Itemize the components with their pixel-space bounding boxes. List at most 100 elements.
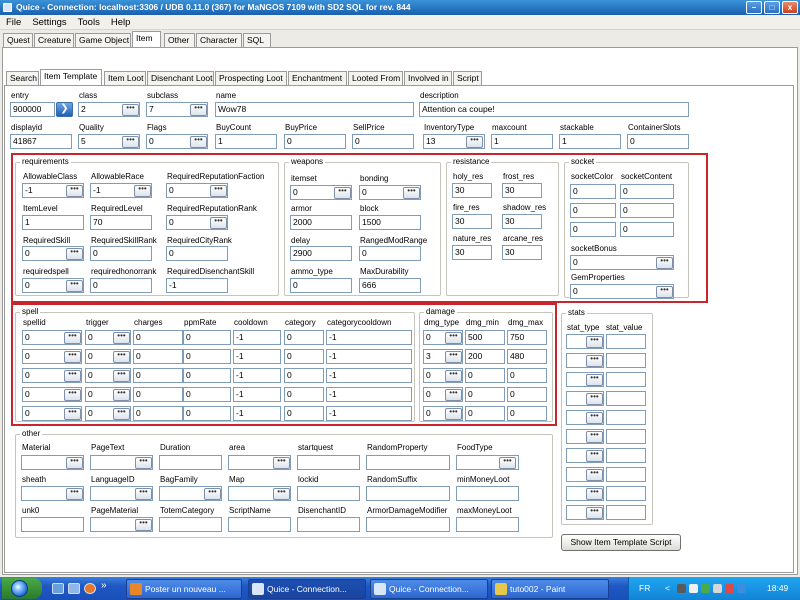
frost-res-field[interactable]: 30 <box>502 183 542 198</box>
requiredhonorrank-field[interactable]: 0 <box>90 278 152 293</box>
arcane-res-field[interactable]: 30 <box>502 245 542 260</box>
damage-type-lookup-button[interactable]: ••• <box>445 351 462 363</box>
tray-alert-icon[interactable] <box>725 584 734 593</box>
material-lookup-button[interactable]: ••• <box>66 457 83 469</box>
menu-settings[interactable]: Settings <box>26 15 71 29</box>
rangedmodrange-field[interactable]: 0 <box>359 246 421 261</box>
subtab-looted-from[interactable]: Looted From <box>348 71 403 85</box>
socketcontent-field-3[interactable]: 0 <box>620 222 674 237</box>
spell-ppmrate-field[interactable]: 0 <box>183 406 231 421</box>
spell-categorycooldown-field[interactable]: -1 <box>326 406 412 421</box>
menu-help[interactable]: Help <box>105 15 136 29</box>
stat-type-lookup-button[interactable]: ••• <box>586 355 603 367</box>
spell-spellid-lookup-button[interactable]: ••• <box>64 351 81 363</box>
requiredskillrank-field[interactable]: 0 <box>90 246 152 261</box>
maxcount-field[interactable]: 1 <box>491 134 553 149</box>
spell-categorycooldown-field[interactable]: -1 <box>326 349 412 364</box>
requiredspell-lookup-button[interactable]: ••• <box>66 280 83 292</box>
name-field[interactable]: Wow78 <box>215 102 414 117</box>
spell-trigger-lookup-button[interactable]: ••• <box>113 389 130 401</box>
tab-sql[interactable]: SQL <box>243 33 271 47</box>
menu-file[interactable]: File <box>0 15 26 29</box>
spell-spellid-lookup-button[interactable]: ••• <box>64 408 81 420</box>
buycount-field[interactable]: 1 <box>215 134 277 149</box>
damage-dmg-max-field[interactable]: 0 <box>507 368 547 383</box>
map-lookup-button[interactable]: ••• <box>273 488 290 500</box>
spell-charges-field[interactable]: 0 <box>133 349 183 364</box>
randomsuffix-field[interactable] <box>366 486 450 501</box>
damage-dmg-min-field[interactable]: 0 <box>465 368 505 383</box>
socketcolor-field-2[interactable]: 0 <box>570 203 616 218</box>
description-field[interactable]: Attention ca coupe! <box>419 102 689 117</box>
allowableclass-lookup-button[interactable]: ••• <box>66 185 83 197</box>
stat-value-field[interactable] <box>606 353 646 368</box>
itemlevel-field[interactable]: 1 <box>22 215 84 230</box>
spell-spellid-lookup-button[interactable]: ••• <box>64 389 81 401</box>
stat-type-lookup-button[interactable]: ••• <box>586 488 603 500</box>
spell-trigger-lookup-button[interactable]: ••• <box>113 351 130 363</box>
tab-creature[interactable]: Creature <box>34 33 74 47</box>
show-item-template-script-button[interactable]: Show Item Template Script <box>561 534 681 551</box>
stat-type-lookup-button[interactable]: ••• <box>586 507 603 519</box>
spell-ppmrate-field[interactable]: 0 <box>183 387 231 402</box>
stat-value-field[interactable] <box>606 467 646 482</box>
tray-info-icon[interactable] <box>737 584 746 593</box>
spell-cooldown-field[interactable]: -1 <box>233 349 281 364</box>
socketbonus-lookup-button[interactable]: ••• <box>656 257 673 269</box>
spell-trigger-lookup-button[interactable]: ••• <box>113 370 130 382</box>
tray-expand-icon[interactable]: < <box>665 577 670 600</box>
tray-volume-icon[interactable] <box>713 584 722 593</box>
armor-field[interactable]: 2000 <box>290 215 352 230</box>
tab-other[interactable]: Other <box>164 33 195 47</box>
tray-app-icon[interactable] <box>677 584 686 593</box>
maximize-button[interactable]: □ <box>764 1 780 14</box>
holy-res-field[interactable]: 30 <box>452 183 492 198</box>
stat-type-lookup-button[interactable]: ••• <box>586 469 603 481</box>
spell-category-field[interactable]: 0 <box>284 368 324 383</box>
spell-categorycooldown-field[interactable]: -1 <box>326 368 412 383</box>
area-lookup-button[interactable]: ••• <box>273 457 290 469</box>
subtab-disenchant-loot[interactable]: Disenchant Loot <box>147 71 214 85</box>
shadow-res-field[interactable]: 30 <box>502 214 542 229</box>
gemproperties-lookup-button[interactable]: ••• <box>656 286 673 298</box>
stat-type-lookup-button[interactable]: ••• <box>586 393 603 405</box>
clock[interactable]: 18:49 <box>767 577 788 600</box>
entry-go-button[interactable]: ❯ <box>56 102 73 117</box>
spell-spellid-lookup-button[interactable]: ••• <box>64 370 81 382</box>
taskbar-button-1[interactable]: Poster un nouveau ... <box>126 579 242 599</box>
close-button[interactable]: x <box>782 1 798 14</box>
stat-type-lookup-button[interactable]: ••• <box>586 336 603 348</box>
language-indicator[interactable]: FR <box>639 577 650 600</box>
damage-dmg-max-field[interactable]: 0 <box>507 406 547 421</box>
damage-dmg-min-field[interactable]: 200 <box>465 349 505 364</box>
tab-item[interactable]: Item <box>132 31 161 47</box>
flags-lookup-button[interactable]: ••• <box>190 136 207 148</box>
tray-network-icon[interactable] <box>689 584 698 593</box>
maxdurability-field[interactable]: 666 <box>359 278 421 293</box>
stat-value-field[interactable] <box>606 372 646 387</box>
spell-ppmrate-field[interactable]: 0 <box>183 368 231 383</box>
maxmoneyloot-field[interactable] <box>456 517 519 532</box>
subtab-script[interactable]: Script <box>453 71 482 85</box>
firefox-icon[interactable] <box>84 583 96 594</box>
ammo-type-field[interactable]: 0 <box>290 278 352 293</box>
entry-field[interactable]: 900000 <box>10 102 55 117</box>
stat-value-field[interactable] <box>606 486 646 501</box>
spell-cooldown-field[interactable]: -1 <box>233 387 281 402</box>
spell-spellid-lookup-button[interactable]: ••• <box>64 332 81 344</box>
subtab-item-template[interactable]: Item Template <box>40 69 102 85</box>
unk0-field[interactable] <box>21 517 84 532</box>
spell-trigger-lookup-button[interactable]: ••• <box>113 408 130 420</box>
startquest-field[interactable] <box>297 455 360 470</box>
stat-type-lookup-button[interactable]: ••• <box>586 450 603 462</box>
stat-type-lookup-button[interactable]: ••• <box>586 412 603 424</box>
disenchantid-field[interactable] <box>297 517 360 532</box>
spell-ppmrate-field[interactable]: 0 <box>183 349 231 364</box>
spell-cooldown-field[interactable]: -1 <box>233 368 281 383</box>
subtab-item-loot[interactable]: Item Loot <box>104 71 146 85</box>
damage-type-lookup-button[interactable]: ••• <box>445 370 462 382</box>
spell-charges-field[interactable]: 0 <box>133 330 183 345</box>
damage-dmg-max-field[interactable]: 750 <box>507 330 547 345</box>
scriptname-field[interactable] <box>228 517 291 532</box>
spell-ppmrate-field[interactable]: 0 <box>183 330 231 345</box>
